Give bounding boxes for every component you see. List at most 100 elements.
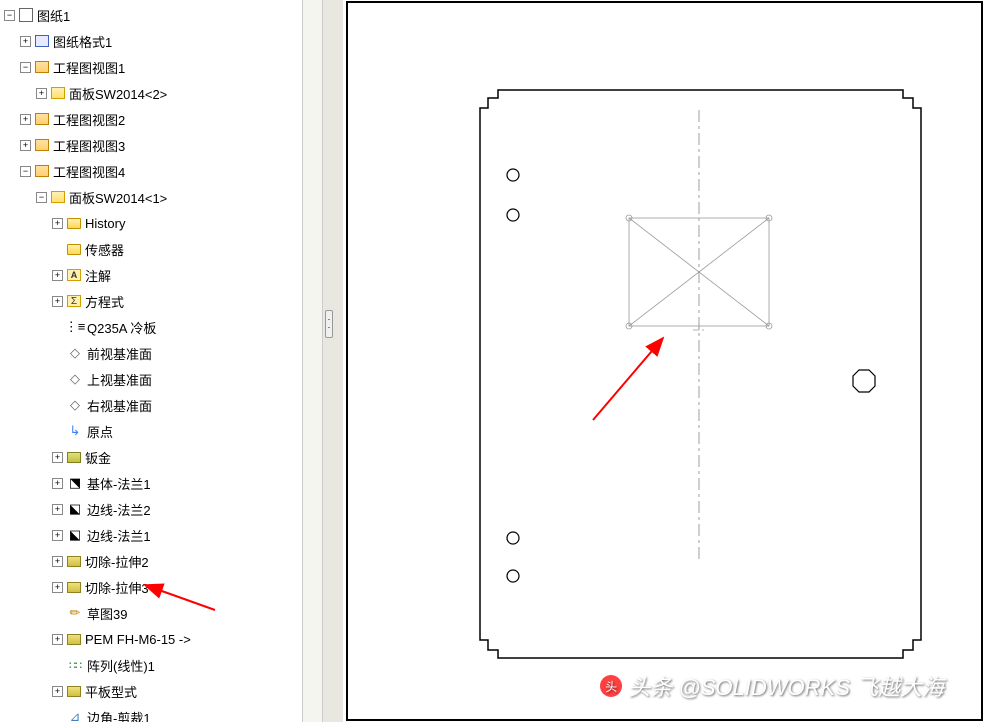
tree-item[interactable]: + ⬔基体-法兰1 [0,470,302,496]
view-icon [35,165,49,177]
tree-label: 前视基准面 [87,344,152,363]
expand-icon[interactable]: + [52,504,63,515]
expand-icon[interactable]: + [52,270,63,281]
sigma-icon: Σ [67,295,81,307]
tree-label: 切除-拉伸2 [85,552,149,571]
expand-icon[interactable]: + [52,530,63,541]
a-icon: A [67,269,81,281]
flange-icon: ⬔ [67,475,83,491]
tree-label: 草图39 [87,604,127,623]
octagon-hole [853,370,875,392]
drawing-view [303,0,984,722]
watermark-text: 头条 @SOLIDWORKS 飞越大海 [628,670,944,702]
pattern-icon: ∷∷ [67,657,83,673]
tree-label: 基体-法兰1 [87,474,151,493]
tree-label: 边角-剪裁1 [87,708,151,722]
tree-item[interactable]: + ⬕边线-法兰1 [0,522,302,548]
drawing-canvas[interactable]: 头 头条 @SOLIDWORKS 飞越大海 [303,0,984,722]
tree-label: 工程图视图3 [53,136,125,155]
tree-item[interactable]: +工程图视图2 [0,106,302,132]
tree-label: 平板型式 [85,682,137,701]
tree-item[interactable]: + History [0,210,302,236]
tree-item[interactable]: ◇右视基准面 [0,392,302,418]
collapse-icon[interactable]: − [4,10,15,21]
tree-label: History [85,216,125,231]
view-icon [35,61,49,73]
folder-icon [67,244,81,255]
tree-item[interactable]: + A 注解 [0,262,302,288]
tree-item[interactable]: +⬕边线-法兰2 [0,496,302,522]
expand-icon[interactable]: + [20,140,31,151]
tree-item[interactable]: + 面板SW2014<2> [0,80,302,106]
tree-label: 工程图视图4 [53,162,125,181]
edge-icon: ⬕ [67,501,83,517]
expand-icon[interactable]: + [52,296,63,307]
tree-label: 原点 [87,422,113,441]
sheetmetal-icon [67,452,81,463]
tree-item[interactable]: + PEM FH-M6-15 -> [0,626,302,652]
tree-label: 图纸格式1 [53,32,112,51]
collapse-icon[interactable]: − [20,62,31,73]
tree-item[interactable]: − 工程图视图1 [0,54,302,80]
tree-label: Q235A 冷板 [87,318,156,337]
tree-label: 阵列(线性)1 [87,656,155,675]
tree-item[interactable]: − 面板SW2014<1> [0,184,302,210]
tree-item[interactable]: + 钣金 [0,444,302,470]
tree-item[interactable]: + 平板型式 [0,678,302,704]
feature-tree-panel[interactable]: − 图纸1 +图纸格式1−工程图视图1+面板SW2014<2>+工程图视图2+工… [0,0,303,722]
material-icon: ⋮≡ [67,319,83,335]
tree-label: 上视基准面 [87,370,152,389]
tree-label: 工程图视图1 [53,58,125,77]
format-icon [35,35,49,47]
cut-icon [67,582,81,593]
expand-icon[interactable]: + [20,36,31,47]
edge-icon: ⬕ [67,527,83,543]
tree-item[interactable]: ✏草图39 [0,600,302,626]
tree-item[interactable]: ∷∷阵列(线性)1 [0,652,302,678]
tree-item[interactable]: ⋮≡Q235A 冷板 [0,314,302,340]
hole [507,532,519,544]
expand-icon[interactable]: + [36,88,47,99]
tree-label: 面板SW2014<2> [69,84,167,103]
hole [507,169,519,181]
tree-item[interactable]: ↳原点 [0,418,302,444]
tree-label: 图纸1 [37,6,70,25]
expand-icon[interactable]: + [52,582,63,593]
annotation-arrow-canvas [593,338,663,420]
expand-icon[interactable]: + [52,686,63,697]
expand-icon[interactable]: + [52,478,63,489]
tree-item[interactable]: +切除-拉伸3 [0,574,302,600]
collapse-icon[interactable]: − [36,192,47,203]
tree-label: 传感器 [85,240,124,259]
plane-icon: ◇ [67,345,83,361]
view-icon [35,139,49,151]
tree-item[interactable]: + 工程图视图3 [0,132,302,158]
sheet-icon [19,8,33,22]
tree-item[interactable]: ⊿边角-剪裁1 [0,704,302,722]
tree-root-sheet[interactable]: − 图纸1 [0,2,302,28]
flat-icon [67,686,81,697]
tree-item[interactable]: ◇上视基准面 [0,366,302,392]
tree-label: 边线-法兰1 [87,526,151,545]
expand-icon[interactable]: + [52,634,63,645]
tree-label: 面板SW2014<1> [69,188,167,207]
watermark: 头 头条 @SOLIDWORKS 飞越大海 [600,670,944,702]
expand-icon[interactable]: + [20,114,31,125]
tree-item[interactable]: 传感器 [0,236,302,262]
tree-label: 注解 [85,266,111,285]
tree-item[interactable]: + 切除-拉伸2 [0,548,302,574]
tree-item[interactable]: − 工程图视图4 [0,158,302,184]
tree-label: 方程式 [85,292,124,311]
collapse-icon[interactable]: − [20,166,31,177]
tree-item[interactable]: ◇前视基准面 [0,340,302,366]
expand-icon[interactable]: + [52,452,63,463]
tree-item[interactable]: + 图纸格式1 [0,28,302,54]
expand-icon[interactable]: + [52,218,63,229]
tree-label: 钣金 [85,448,111,467]
cut-icon [67,556,81,567]
tree-label: PEM FH-M6-15 -> [85,632,191,647]
tree-item[interactable]: + Σ 方程式 [0,288,302,314]
expand-icon[interactable]: + [52,556,63,567]
plane-icon: ◇ [67,397,83,413]
watermark-icon: 头 [600,675,622,697]
